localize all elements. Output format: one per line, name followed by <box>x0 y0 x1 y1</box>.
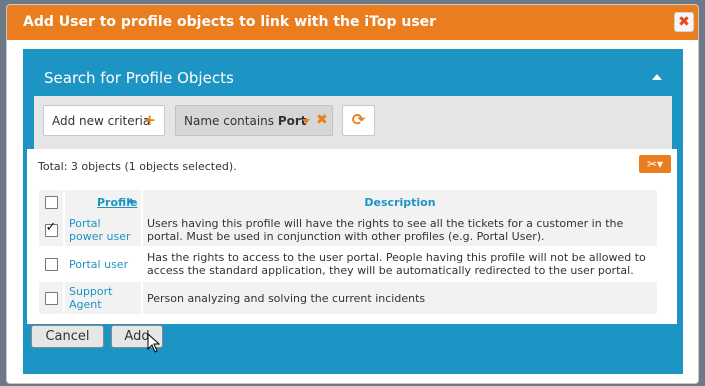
close-icon[interactable]: ✖ <box>674 12 694 32</box>
column-description-label: Description <box>364 195 436 209</box>
row-select-cell <box>39 214 65 248</box>
description-cell: Person analyzing and solving the current… <box>142 281 659 316</box>
row-checkbox[interactable] <box>44 291 58 305</box>
criterion-prefix: Name contains <box>184 114 275 128</box>
plus-icon: + <box>143 111 156 129</box>
results-panel: Total: 3 objects (1 objects selected). ✂… <box>27 149 677 324</box>
refresh-icon: ⟳ <box>351 110 366 129</box>
description-cell: Has the rights to access to the user por… <box>142 247 659 282</box>
table-row[interactable]: Portal power user Users having this prof… <box>39 214 659 248</box>
table-row[interactable]: Support Agent Person analyzing and solvi… <box>39 281 659 316</box>
criterion-label: Name contains Port <box>184 114 307 128</box>
profile-link[interactable]: Portal user <box>64 247 143 282</box>
results-table: Profile Description Portal power user Us… <box>39 190 659 316</box>
search-title: Search for Profile Objects <box>44 69 234 87</box>
caret-down-icon[interactable] <box>302 119 310 124</box>
row-checkbox[interactable] <box>44 221 58 237</box>
add-criteria-button[interactable]: Add new criteria + <box>43 105 165 136</box>
results-total: Total: 3 objects (1 objects selected). <box>38 160 237 173</box>
table-row[interactable]: Portal user Has the rights to access to … <box>39 247 659 282</box>
column-header-profile[interactable]: Profile <box>64 190 143 214</box>
search-header[interactable]: Search for Profile Objects <box>34 60 672 96</box>
row-select-cell <box>39 247 65 282</box>
select-all-checkbox[interactable] <box>44 195 58 209</box>
refresh-button[interactable]: ⟳ <box>342 105 375 136</box>
mouse-cursor-icon <box>147 333 161 353</box>
profile-link[interactable]: Support Agent <box>64 281 143 316</box>
add-profile-dialog: Add User to profile objects to link with… <box>6 4 699 384</box>
row-select-cell <box>39 281 65 316</box>
dialog-title: Add User to profile objects to link with… <box>23 14 437 30</box>
collapse-icon[interactable] <box>652 74 662 80</box>
row-checkbox[interactable] <box>44 257 58 271</box>
profile-link[interactable]: Portal power user <box>64 214 143 248</box>
cancel-button[interactable]: Cancel <box>31 325 104 348</box>
description-cell: Users having this profile will have the … <box>142 214 659 248</box>
column-header-description[interactable]: Description <box>142 190 659 214</box>
add-criteria-label: Add new criteria <box>52 114 151 128</box>
tools-menu-icon[interactable]: ✂▾ <box>639 155 671 173</box>
sort-asc-icon <box>127 198 135 203</box>
select-all-header <box>39 190 65 214</box>
criterion-name-contains[interactable]: Name contains Port ✖ <box>175 105 333 136</box>
remove-criterion-icon[interactable]: ✖ <box>316 112 328 128</box>
dialog-titlebar: Add User to profile objects to link with… <box>7 5 698 40</box>
